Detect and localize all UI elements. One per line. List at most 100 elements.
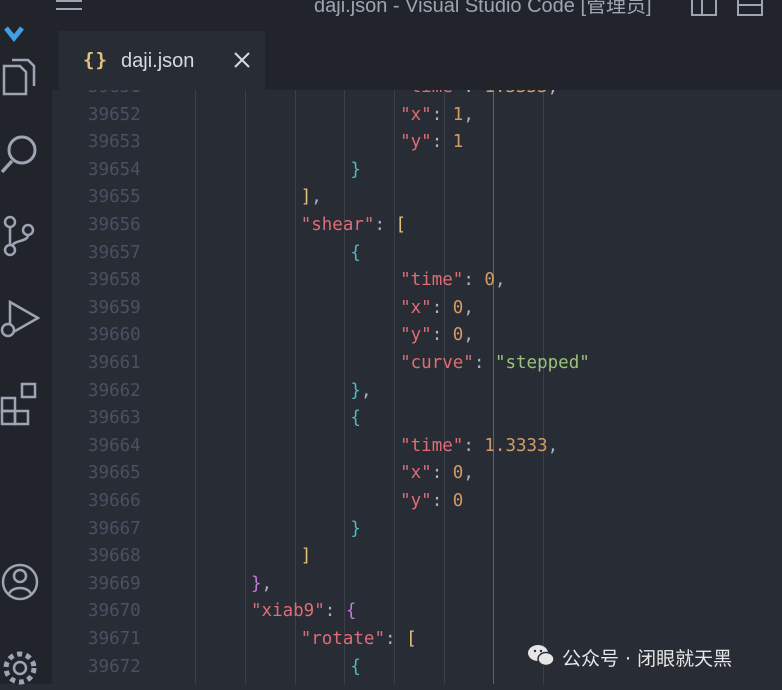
code-token: : [431, 132, 453, 153]
code-text: "time": 0, [400, 267, 505, 295]
code-token: : [324, 601, 346, 622]
code-token: , [494, 270, 506, 291]
code-text: } [350, 516, 361, 544]
tab-daji-json[interactable]: {} daji.json [59, 31, 265, 91]
code-token: 0 [484, 270, 495, 291]
code-token: 0 [452, 297, 464, 318]
line-number: 39656 [88, 215, 141, 235]
code-token: , [463, 463, 474, 484]
code-token: 1 [452, 104, 464, 125]
code-token: : [431, 297, 453, 318]
code-text: { [350, 240, 361, 268]
menu-icon[interactable] [54, 0, 84, 18]
line-number: 39661 [88, 353, 141, 373]
line-number: 39665 [88, 463, 141, 484]
code-token: : [473, 353, 495, 373]
indent-guide [444, 90, 445, 684]
code-token: , [463, 104, 474, 125]
indent-guide [195, 90, 196, 684]
toggle-panel-icon[interactable] [736, 0, 764, 18]
line-number: 39663 [88, 408, 141, 429]
code-text: "x": 0, [400, 295, 474, 323]
code-text: "shear": [ [301, 212, 406, 240]
code-token: "stepped" [494, 353, 590, 373]
code-text: ], [301, 184, 322, 212]
wechat-icon [528, 645, 555, 667]
indent-guide [394, 90, 395, 684]
code-text: "y": 0, [400, 322, 474, 350]
code-text: "y": 1 [400, 129, 463, 157]
code-token: ] [300, 546, 312, 567]
watermark: 公众号 · 闭眼就天黑 [526, 640, 776, 670]
code-text: { [350, 405, 361, 433]
code-token: , [548, 90, 559, 97]
code-token: } [350, 380, 361, 401]
code-token: "shear" [300, 215, 375, 235]
code-token: , [463, 297, 474, 318]
indent-guide [245, 90, 246, 684]
explorer-icon[interactable] [0, 54, 44, 102]
code-text: } [350, 157, 361, 185]
toggle-sidebar-icon[interactable] [690, 0, 718, 18]
line-number: 39662 [88, 380, 141, 401]
code-token: } [350, 518, 361, 539]
run-debug-icon[interactable] [0, 294, 44, 342]
extensions-icon[interactable] [0, 378, 44, 426]
line-number: 39659 [88, 297, 141, 318]
code-token: 1.3333 [484, 90, 547, 97]
code-token: "time" [400, 435, 464, 456]
code-token: "x" [400, 104, 432, 125]
code-token: , [463, 325, 474, 346]
settings-gear-icon[interactable] [0, 642, 44, 690]
code-token: } [350, 159, 361, 180]
code-text: "x": 0, [400, 460, 474, 488]
code-text: "x": 1, [400, 102, 474, 130]
code-text: "time": 1.3333, [400, 433, 558, 461]
code-token: : [463, 435, 485, 456]
code-token: [ [395, 215, 407, 235]
account-icon[interactable] [0, 558, 44, 606]
activity-bar [0, 26, 52, 685]
line-number: 39652 [88, 104, 141, 125]
source-control-icon[interactable] [0, 210, 44, 258]
line-number: 39666 [88, 491, 141, 511]
code-token: { [350, 242, 361, 263]
code-editor[interactable]: 39651 "time": 1.3333, 39652 "x": 1, 39653 "y"… [52, 90, 782, 684]
code-text: { [350, 654, 361, 682]
line-number: 39655 [88, 187, 141, 208]
code-token: "y" [400, 132, 432, 153]
code-token: , [261, 573, 273, 594]
line-number: 39660 [88, 325, 141, 346]
line-number: 39658 [88, 270, 141, 291]
code-token: : [463, 90, 484, 97]
indent-guide [543, 90, 544, 684]
code-token: 0 [452, 491, 464, 511]
watermark-text: 公众号 · 闭眼就天黑 [562, 648, 733, 670]
tab-label: daji.json [121, 50, 195, 72]
code-token: 0 [452, 463, 464, 484]
title-bar: daji.json - Visual Studio Code [管理员] [0, 0, 782, 28]
code-text: "rotate": [ [301, 626, 417, 654]
code-token: 0 [452, 325, 464, 346]
vscode-logo-icon [4, 26, 24, 43]
code-text: "xiab9": { [251, 598, 356, 626]
line-number: 39653 [88, 132, 141, 153]
code-text: }, [350, 378, 371, 406]
search-icon[interactable] [0, 128, 44, 176]
line-number: 39654 [88, 159, 141, 180]
code-token: : [431, 491, 453, 511]
code-token: "y" [400, 325, 432, 346]
code-token: "x" [400, 297, 432, 318]
code-token: "time" [400, 90, 463, 97]
code-token: "xiab9" [251, 601, 325, 622]
code-text: "curve": "stepped" [400, 350, 590, 378]
code-token: : [431, 325, 453, 346]
indent-guide [344, 90, 345, 684]
line-number: 39669 [88, 573, 141, 594]
code-text: }, [251, 571, 272, 599]
code-text: ] [301, 543, 312, 571]
code-token: { [350, 408, 361, 429]
close-icon[interactable] [231, 49, 253, 71]
window-title: daji.json - Visual Studio Code [管理员] [314, 0, 652, 17]
code-token: } [251, 573, 262, 594]
